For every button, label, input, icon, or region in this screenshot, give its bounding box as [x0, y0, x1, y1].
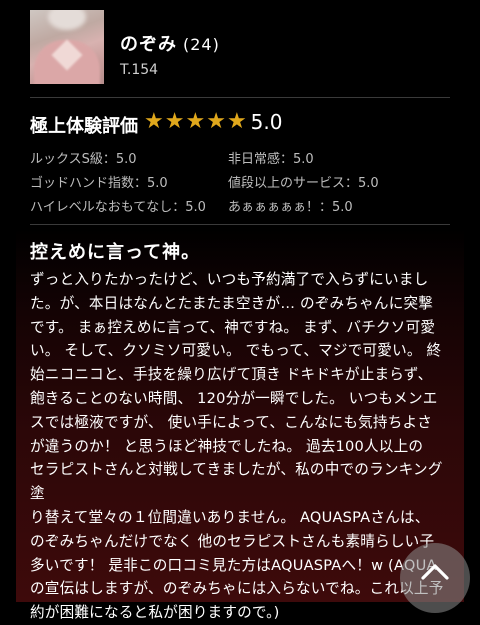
divider: [30, 97, 450, 98]
review-line: 約が困難になると私が困りますので。): [30, 604, 280, 622]
star-icon: ★: [206, 109, 226, 134]
criterion-aaa: あぁぁぁぁぁ！：5.0: [228, 200, 353, 215]
therapist-age: (24): [183, 35, 220, 54]
criterion-godhand: ゴッドハンド指数：5.0: [30, 176, 168, 191]
criterion-hospitality: ハイレベルなおもてなし：5.0: [30, 200, 206, 215]
review-line: のぞみちゃんだけでなく 他のセラピストさんも素晴らしい子: [30, 532, 435, 550]
avatar[interactable]: [30, 10, 104, 84]
rating-title: 極上体験評価: [30, 116, 138, 137]
therapist-profile[interactable]: のぞみ (24) T.154: [30, 10, 450, 86]
review-line: です。 まぁ控えめに言って、神ですね。 まず、バチクソ可愛: [30, 318, 436, 336]
therapist-height: T.154: [120, 62, 159, 78]
review-card: のぞみ (24) T.154 極上体験評価 ★ ★ ★ ★ ★ 5.0 ルックスS…: [16, 0, 464, 621]
review-line: セラピストさんと対戦してきましたが、私の中でのランキング塗: [30, 461, 443, 503]
therapist-name: のぞみ: [120, 34, 177, 55]
star-icon: ★: [164, 109, 185, 134]
criterion-looks: ルックスS級：5.0: [30, 152, 137, 167]
review-line: が違うのか！ と思うほど神技でしたね。 過去100人以上の: [30, 437, 424, 455]
review-body: ずっと入りたかったけど、いつも予約満了で入らずにいまし た。が、本日はなんとたま…: [30, 268, 454, 625]
star-icon: ★: [226, 109, 247, 134]
criterion-value: 値段以上のサービス：5.0: [228, 176, 379, 191]
chevron-up-icon: [421, 564, 449, 580]
star-icon: ★: [185, 109, 206, 134]
star-icon: ★: [144, 109, 164, 134]
review-line: い。 そして、クソミソ可愛い。 でもって、マジで可愛い。 終: [30, 342, 442, 360]
review-line: スでは極液ですが、 使い手によって、こんなにも気持ちよさ: [30, 413, 433, 431]
scroll-to-top-button[interactable]: [400, 543, 470, 613]
divider: [30, 224, 450, 225]
review-line: ずっと入りたかったけど、いつも予約満了で入らずにいまし: [30, 271, 429, 288]
review-line: 多いです！ 是非この口コミ見た方はAQUASPAへ！w (AQUA: [30, 556, 437, 574]
rating-score: 5.0: [250, 110, 283, 134]
review-title: 控えめに言って神。: [30, 242, 201, 263]
therapist-name-line: のぞみ (24): [120, 30, 220, 56]
review-line: た。が、本日はなんとたまたま空きが… のぞみちゃんに突撃: [30, 294, 434, 312]
review-line: 始ニコニコと、手技を繰り広げて頂き ドキドキが止まらず、: [30, 366, 433, 384]
criterion-extraordinary: 非日常感：5.0: [228, 152, 314, 167]
rating-stars: ★ ★ ★ ★ ★ 5.0: [144, 109, 282, 135]
review-line: り替えて堂々の１位間違いありません。 AQUASPAさんは、: [30, 508, 430, 526]
review-line: の宣伝はしますが、のぞみちゃには入らないでね。これ以上予: [30, 580, 444, 598]
review-line: 飽きることのない時間、 120分が一瞬でした。 いつもメンエ: [30, 389, 438, 407]
